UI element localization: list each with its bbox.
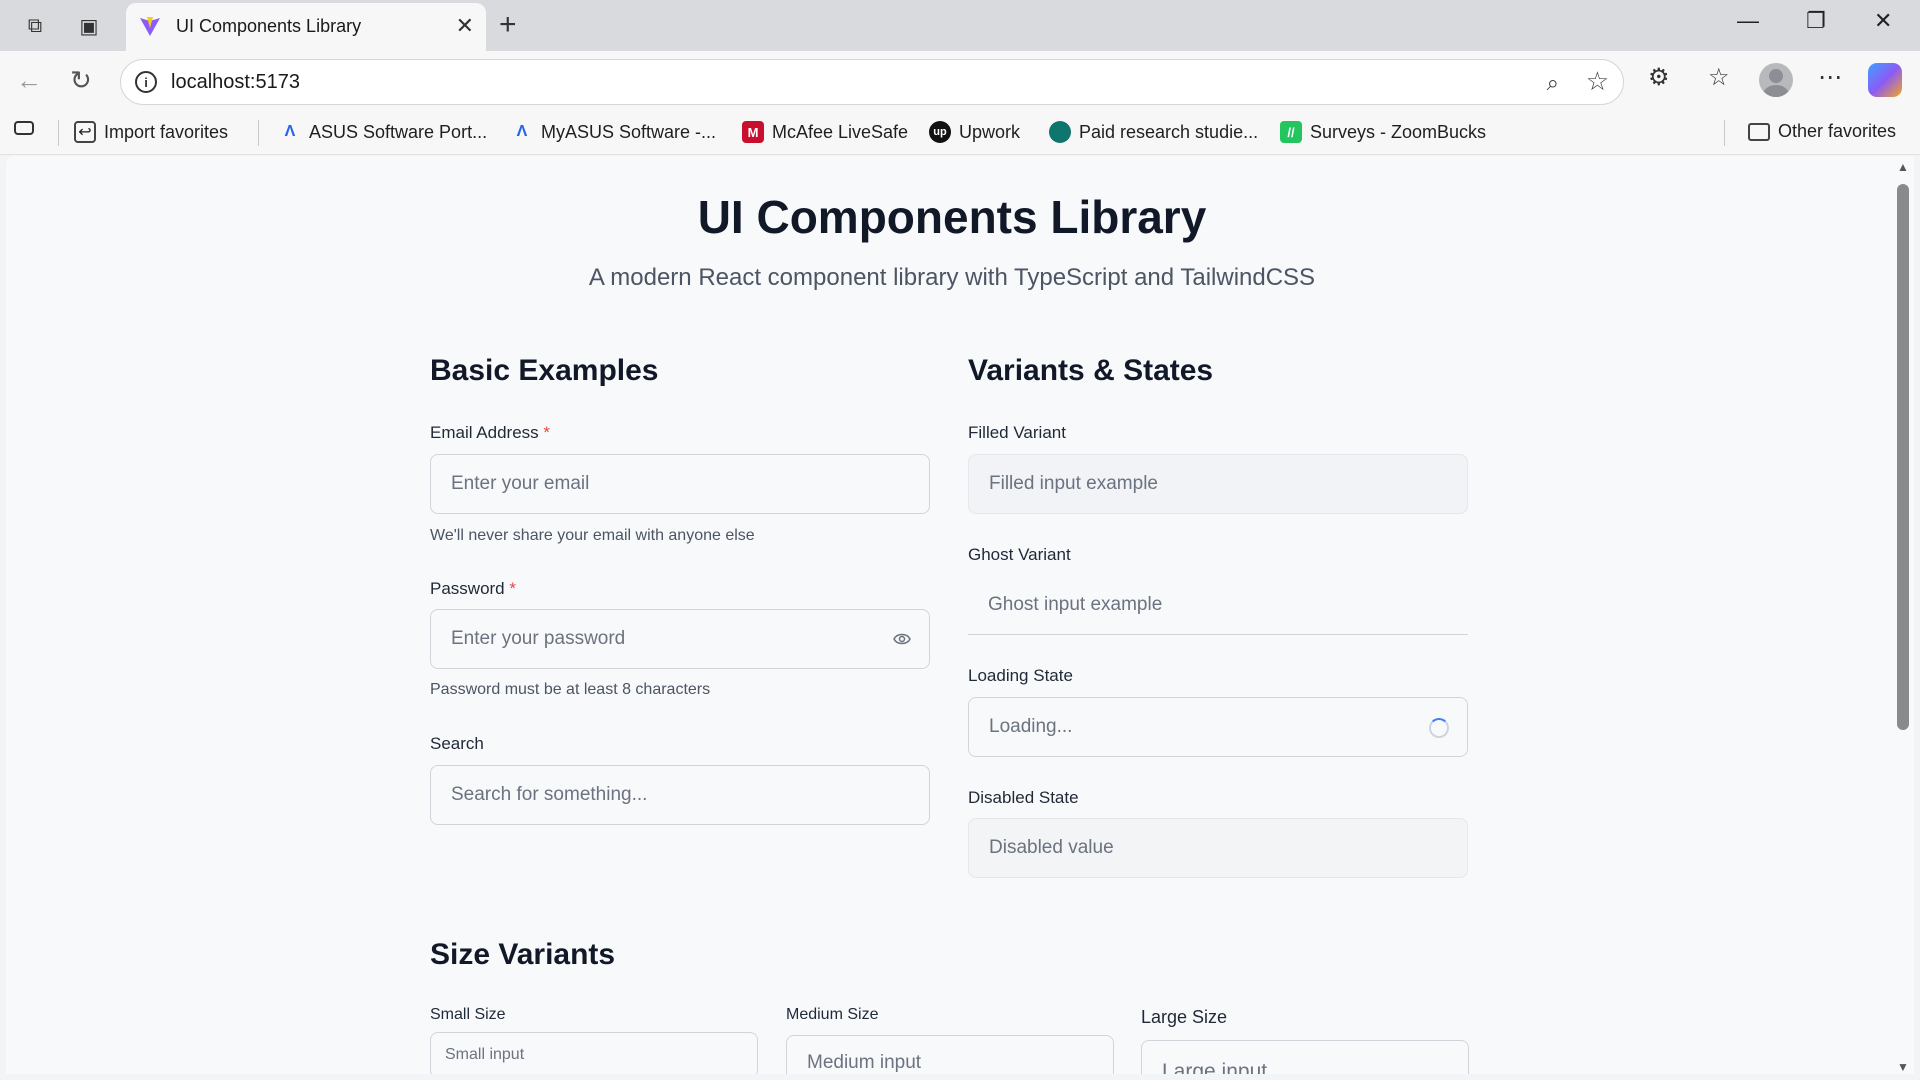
filled-input[interactable] bbox=[969, 455, 1467, 513]
workspaces-icon[interactable]: ⧉ bbox=[22, 13, 48, 39]
email-field[interactable] bbox=[431, 455, 929, 513]
site-info-icon[interactable]: i bbox=[135, 71, 157, 93]
fav-other[interactable]: Other favorites bbox=[1748, 121, 1896, 142]
filled-variant-label: Filled Variant bbox=[968, 423, 1066, 442]
divider bbox=[58, 120, 59, 146]
search-field-wrapper bbox=[430, 765, 930, 825]
more-menu-icon[interactable]: ⋯ bbox=[1818, 63, 1842, 92]
ghost-input[interactable] bbox=[968, 575, 1468, 634]
zoombucks-icon: // bbox=[1280, 121, 1302, 143]
upwork-icon: up bbox=[929, 121, 951, 143]
scroll-down-icon[interactable]: ▼ bbox=[1897, 1060, 1909, 1074]
ghost-field-wrapper bbox=[968, 575, 1468, 635]
favorites-list-icon[interactable]: ☆ bbox=[1708, 63, 1730, 92]
medium-field-wrapper bbox=[786, 1035, 1114, 1074]
asus-icon: Λ bbox=[284, 123, 296, 140]
mcafee-icon: M bbox=[742, 121, 764, 143]
browser-tab[interactable]: UI Components Library ✕ bbox=[126, 3, 486, 51]
large-size-label: Large Size bbox=[1141, 1007, 1228, 1027]
zoom-icon[interactable]: ⌕ bbox=[1547, 70, 1559, 96]
back-icon[interactable]: ← bbox=[16, 65, 42, 96]
variants-heading: Variants & States bbox=[968, 354, 1214, 387]
research-icon bbox=[1049, 121, 1071, 143]
page-viewport: UI Components Library A modern React com… bbox=[6, 156, 1898, 1074]
fav-import[interactable]: ↩ Import favorites bbox=[74, 121, 228, 143]
profile-avatar[interactable] bbox=[1759, 63, 1793, 97]
medium-size-label: Medium Size bbox=[786, 1006, 879, 1023]
disabled-field-wrapper bbox=[968, 818, 1468, 878]
small-size-label: Small Size bbox=[430, 1006, 506, 1023]
vite-favicon-icon bbox=[140, 17, 160, 36]
scrollbar-thumb[interactable] bbox=[1897, 184, 1909, 730]
fav-myasus[interactable]: Λ MyASUS Software -... bbox=[511, 121, 716, 143]
password-label: Password * bbox=[430, 579, 516, 598]
large-input[interactable] bbox=[1142, 1041, 1468, 1074]
page-subtitle: A modern React component library with Ty… bbox=[588, 264, 1316, 291]
url-text[interactable]: localhost:5173 bbox=[171, 71, 300, 94]
refresh-icon[interactable]: ↻ bbox=[70, 65, 92, 96]
favorites-bar: ↩ Import favorites Λ ASUS Software Port.… bbox=[0, 111, 1920, 155]
email-label: Email Address * bbox=[430, 423, 551, 442]
vertical-tabs-icon[interactable]: ▣ bbox=[76, 13, 102, 39]
fav-upwork[interactable]: up Upwork bbox=[929, 121, 1020, 143]
password-helper-text: Password must be at least 8 characters bbox=[430, 681, 711, 698]
address-bar[interactable]: i localhost:5173 ⌕ ☆ bbox=[120, 59, 1624, 105]
folder-icon bbox=[1748, 122, 1770, 141]
search-label: Search bbox=[430, 734, 484, 753]
restore-icon[interactable]: ❐ bbox=[1806, 8, 1826, 34]
import-icon: ↩ bbox=[74, 121, 96, 143]
minimize-icon[interactable]: — bbox=[1737, 8, 1759, 34]
fav-zoombucks[interactable]: // Surveys - ZoomBucks bbox=[1280, 121, 1486, 143]
disabled-state-label: Disabled State bbox=[968, 788, 1079, 807]
divider bbox=[258, 120, 259, 146]
extensions-icon[interactable]: ⚙ bbox=[1648, 63, 1670, 92]
large-field-wrapper bbox=[1141, 1040, 1469, 1074]
disabled-input bbox=[969, 819, 1467, 877]
page-title: UI Components Library bbox=[697, 191, 1207, 243]
tab-close-icon[interactable]: ✕ bbox=[456, 13, 474, 39]
page-scrollbar[interactable]: ▲ ▼ bbox=[1894, 156, 1914, 1074]
eye-icon[interactable] bbox=[893, 632, 911, 646]
password-field[interactable] bbox=[431, 610, 929, 668]
medium-input[interactable] bbox=[787, 1036, 1113, 1074]
browser-titlebar: ⧉ ▣ UI Components Library ✕ + — ❐ ✕ bbox=[0, 0, 1920, 51]
loading-field-wrapper bbox=[968, 697, 1468, 757]
fav-asus-portal[interactable]: Λ ASUS Software Port... bbox=[279, 121, 487, 143]
window-close-icon[interactable]: ✕ bbox=[1874, 8, 1892, 34]
loading-spinner-icon bbox=[1429, 718, 1449, 738]
browser-toolbar: ← ↻ i localhost:5173 ⌕ ☆ ⚙ ☆ ⋯ bbox=[0, 51, 1920, 111]
basic-examples-heading: Basic Examples bbox=[430, 354, 659, 387]
copilot-icon[interactable] bbox=[1868, 63, 1902, 97]
fav-paid-research[interactable]: Paid research studie... bbox=[1049, 121, 1258, 143]
search-input[interactable] bbox=[431, 766, 929, 824]
email-field-wrapper bbox=[430, 454, 930, 514]
size-variants-heading: Size Variants bbox=[430, 938, 616, 971]
scroll-up-icon[interactable]: ▲ bbox=[1897, 160, 1909, 174]
loading-state-label: Loading State bbox=[968, 666, 1073, 685]
email-helper-text: We'll never share your email with anyone… bbox=[430, 527, 755, 544]
small-field-wrapper bbox=[430, 1032, 758, 1074]
favorites-menu-icon[interactable] bbox=[14, 121, 34, 135]
tab-title: UI Components Library bbox=[176, 16, 362, 36]
divider bbox=[1724, 120, 1725, 146]
ghost-variant-label: Ghost Variant bbox=[968, 545, 1071, 564]
fav-mcafee[interactable]: M McAfee LiveSafe bbox=[742, 121, 908, 143]
favorite-star-icon[interactable]: ☆ bbox=[1586, 66, 1609, 97]
small-input[interactable] bbox=[431, 1033, 757, 1074]
filled-field-wrapper bbox=[968, 454, 1468, 514]
loading-input[interactable] bbox=[969, 698, 1467, 756]
new-tab-icon[interactable]: + bbox=[499, 8, 517, 42]
password-field-wrapper bbox=[430, 609, 930, 669]
asus-icon: Λ bbox=[516, 123, 528, 140]
